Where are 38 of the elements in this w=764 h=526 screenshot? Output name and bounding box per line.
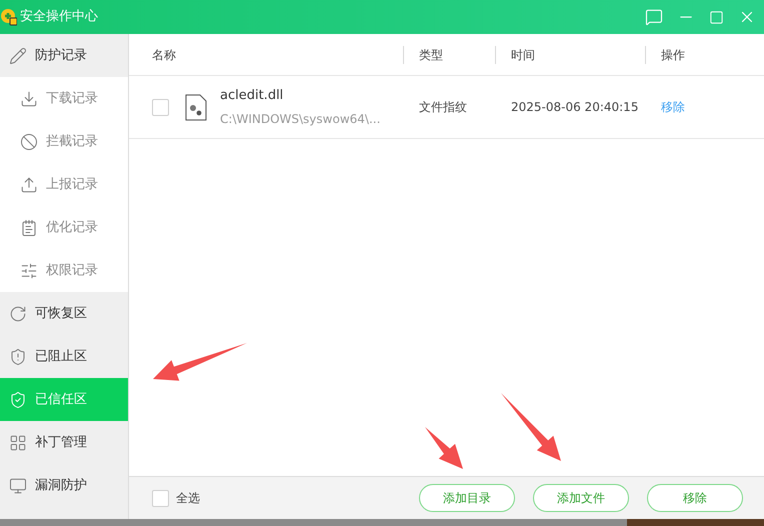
sidebar-item[interactable]: 优化记录 xyxy=(0,206,128,249)
sidebar-item[interactable]: 权限记录 xyxy=(0,249,128,292)
sliders-icon xyxy=(20,262,38,280)
column-header: 名称 xyxy=(152,46,176,64)
maximize-icon[interactable] xyxy=(709,10,724,24)
monitor-icon xyxy=(9,476,27,494)
shield-exclamation-icon xyxy=(9,348,27,366)
upload-icon xyxy=(20,176,38,194)
checkbox[interactable] xyxy=(152,490,169,506)
sidebar-item[interactable]: 已信任区 xyxy=(0,378,128,421)
refresh-icon xyxy=(9,304,27,322)
table-cell: 2025-08-06 20:40:15 xyxy=(511,100,638,114)
shield-check-icon xyxy=(9,390,27,408)
grid-icon xyxy=(9,434,27,452)
window-title: 安全操作中心 xyxy=(20,8,98,26)
file-path: C:\WINDOWS\syswow64\... xyxy=(220,110,380,128)
prohibited-icon xyxy=(20,132,38,150)
feedback-icon[interactable] xyxy=(645,8,663,26)
file-name: acledit.dll xyxy=(220,87,284,106)
table-cell: 文件指纹 xyxy=(419,100,467,114)
sidebar-item[interactable]: 下载记录 xyxy=(0,77,128,120)
action-button[interactable]: 添加目录 xyxy=(419,484,515,512)
shield-lock-logo-icon xyxy=(1,8,17,26)
file-gear-icon xyxy=(185,94,207,120)
download-icon xyxy=(20,90,38,108)
remove-link[interactable]: 移除 xyxy=(661,100,685,114)
column-header: 操作 xyxy=(661,46,685,64)
arrow-annotation xyxy=(501,393,561,461)
action-button[interactable]: 添加文件 xyxy=(533,484,629,512)
arrow-annotation xyxy=(425,427,463,469)
sidebar-item[interactable]: 上报记录 xyxy=(0,163,128,206)
select-all-label: 全选 xyxy=(176,490,200,507)
column-header: 类型 xyxy=(419,46,443,64)
column-header: 时间 xyxy=(511,46,535,64)
notepad-icon xyxy=(20,218,38,236)
checkbox[interactable] xyxy=(152,98,169,116)
sidebar-item[interactable]: 拦截记录 xyxy=(0,120,128,163)
action-button[interactable]: 移除 xyxy=(647,484,743,512)
